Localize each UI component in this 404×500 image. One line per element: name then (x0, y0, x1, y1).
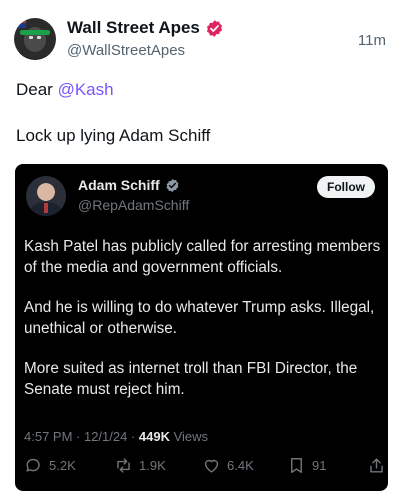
heart-icon (204, 459, 219, 473)
verified-badge-icon (166, 178, 179, 192)
author-handle[interactable]: @WallStreetApes (67, 42, 185, 59)
views-count: 449K (138, 429, 170, 444)
tie-graphic (44, 203, 48, 213)
quoted-paragraph: More suited as internet troll than FBI D… (24, 360, 358, 398)
eye-graphic (29, 36, 33, 39)
quoted-tweet-card[interactable]: Adam Schiff @RepAdamSchiff Follow Kash P… (15, 164, 388, 491)
tweet-text: Dear (16, 80, 58, 99)
author-display-name[interactable]: Wall Street Apes (67, 18, 200, 38)
headband-graphic (20, 30, 50, 35)
eye-graphic (37, 36, 41, 39)
retweet-icon (117, 458, 130, 473)
quoted-paragraph: Kash Patel has publicly called for arres… (24, 238, 381, 276)
quoted-handle[interactable]: @RepAdamSchiff (78, 197, 189, 213)
follow-button[interactable]: Follow (317, 176, 375, 198)
bookmark-button[interactable]: 91 (287, 456, 326, 475)
quoted-time-date[interactable]: 4:57 PM · 12/1/24 · (24, 429, 139, 444)
retweet-count: 1.9K (139, 458, 166, 473)
bookmark-count: 91 (312, 458, 327, 473)
quoted-meta: 4:57 PM · 12/1/24 · 449K Views (24, 429, 208, 444)
quoted-paragraph: And he is willing to do whatever Trump a… (24, 299, 375, 337)
quoted-name-row: Adam Schiff (78, 177, 180, 193)
bookmark-icon (291, 458, 302, 473)
share-icon (370, 458, 383, 473)
author-avatar[interactable] (14, 18, 56, 60)
tweet-timestamp[interactable]: 11m (358, 32, 386, 49)
views-label: Views (169, 429, 209, 444)
action-bar: 5.2K 1.9K 6.4K 91 (21, 456, 383, 478)
like-count: 6.4K (227, 458, 254, 473)
verified-badge-icon (206, 19, 222, 37)
quoted-author-avatar[interactable] (26, 176, 66, 216)
flag-graphic (14, 18, 26, 28)
quoted-display-name[interactable]: Adam Schiff (78, 177, 160, 193)
mention-link[interactable]: @Kash (58, 80, 114, 99)
reply-count: 5.2K (49, 458, 76, 473)
quoted-tweet-text: Kash Patel has publicly called for arres… (24, 236, 384, 419)
reply-icon (26, 458, 40, 472)
tweet-text-line: Dear @Kash (16, 80, 114, 100)
tweet-text: Lock up lying Adam Schiff (16, 126, 211, 145)
retweet-button[interactable]: 1.9K (114, 456, 166, 475)
share-button[interactable] (367, 456, 386, 475)
author-name-row: Wall Street Apes (67, 18, 224, 38)
like-button[interactable]: 6.4K (202, 456, 254, 475)
reply-button[interactable]: 5.2K (24, 456, 76, 475)
